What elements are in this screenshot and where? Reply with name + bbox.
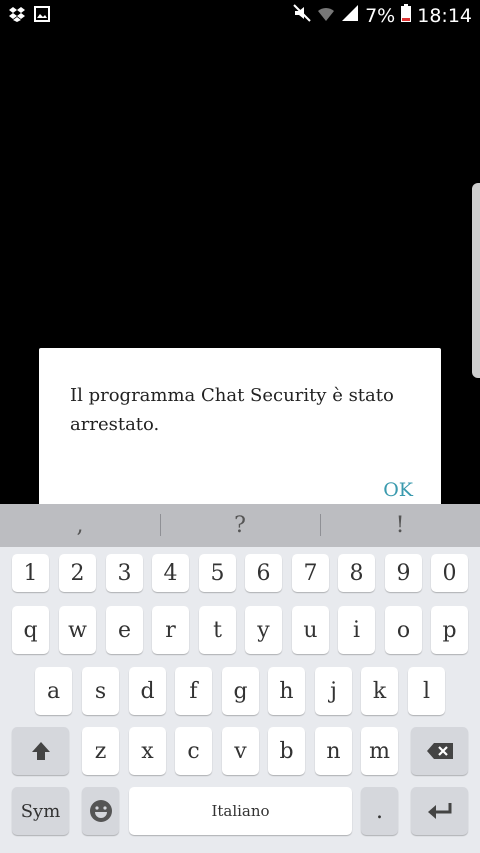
key-1[interactable]: 1	[12, 554, 49, 592]
key-l[interactable]: l	[408, 667, 445, 715]
signal-icon	[341, 4, 359, 27]
app-crash-dialog: Il programma Chat Security è stato arres…	[39, 348, 441, 508]
key-x[interactable]: x	[129, 727, 166, 775]
wifi-icon	[317, 5, 335, 27]
key-m[interactable]: m	[361, 727, 398, 775]
key-b[interactable]: b	[268, 727, 305, 775]
period-key[interactable]: .	[361, 787, 398, 835]
battery-percent: 7%	[365, 4, 396, 27]
key-3[interactable]: 3	[106, 554, 143, 592]
key-r[interactable]: r	[152, 606, 189, 654]
key-a[interactable]: a	[35, 667, 72, 715]
key-k[interactable]: k	[361, 667, 398, 715]
key-q[interactable]: q	[12, 606, 49, 654]
suggestion-question[interactable]: ?	[160, 504, 320, 547]
emoji-key[interactable]	[82, 787, 119, 835]
key-v[interactable]: v	[222, 727, 259, 775]
shift-key[interactable]	[12, 727, 69, 775]
key-u[interactable]: u	[292, 606, 329, 654]
backspace-key[interactable]	[411, 727, 468, 775]
mute-icon	[293, 4, 311, 27]
edge-panel-handle[interactable]	[472, 183, 480, 378]
keyboard: , ? ! 1 2 3 4 5 6 7 8 9 0 q w e r t y u …	[0, 504, 480, 853]
key-t[interactable]: t	[199, 606, 236, 654]
key-y[interactable]: y	[245, 606, 282, 654]
space-bar[interactable]: Italiano	[129, 787, 352, 835]
shift-arrow-icon	[30, 740, 52, 762]
sym-key[interactable]: Sym	[12, 787, 69, 835]
enter-icon	[426, 801, 454, 821]
key-9[interactable]: 9	[385, 554, 422, 592]
suggestion-comma[interactable]: ,	[0, 504, 160, 547]
key-2[interactable]: 2	[59, 554, 96, 592]
key-c[interactable]: c	[175, 727, 212, 775]
key-w[interactable]: w	[59, 606, 96, 654]
key-z[interactable]: z	[82, 727, 119, 775]
key-6[interactable]: 6	[245, 554, 282, 592]
key-8[interactable]: 8	[338, 554, 375, 592]
key-d[interactable]: d	[129, 667, 166, 715]
key-0[interactable]: 0	[431, 554, 468, 592]
key-f[interactable]: f	[175, 667, 212, 715]
key-s[interactable]: s	[82, 667, 119, 715]
image-icon	[34, 6, 50, 26]
key-i[interactable]: i	[338, 606, 375, 654]
key-e[interactable]: e	[106, 606, 143, 654]
key-n[interactable]: n	[315, 727, 352, 775]
suggestion-bar: , ? !	[0, 504, 480, 547]
key-g[interactable]: g	[222, 667, 259, 715]
enter-key[interactable]	[411, 787, 468, 835]
key-j[interactable]: j	[315, 667, 352, 715]
suggestion-exclamation[interactable]: !	[320, 504, 480, 547]
backspace-icon	[426, 742, 454, 760]
clock: 18:14	[417, 4, 472, 27]
key-5[interactable]: 5	[199, 554, 236, 592]
ok-button[interactable]: OK	[383, 479, 413, 501]
key-p[interactable]: p	[431, 606, 468, 654]
key-h[interactable]: h	[268, 667, 305, 715]
dropbox-icon	[8, 6, 26, 26]
key-o[interactable]: o	[385, 606, 422, 654]
emoji-icon	[89, 799, 113, 823]
battery-icon	[401, 4, 412, 27]
dialog-message: Il programma Chat Security è stato arres…	[70, 385, 394, 435]
key-7[interactable]: 7	[292, 554, 329, 592]
key-4[interactable]: 4	[152, 554, 189, 592]
status-bar: 7% 18:14	[0, 0, 480, 34]
